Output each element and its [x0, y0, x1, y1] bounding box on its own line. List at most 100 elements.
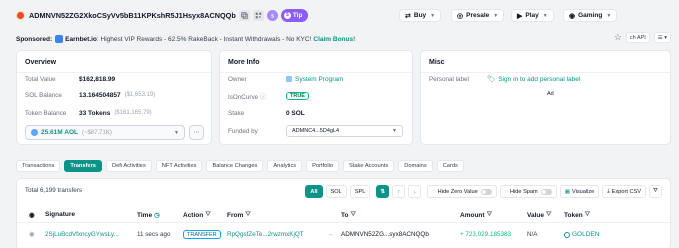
- tab-defi-activities[interactable]: Defi Activities: [105, 160, 152, 172]
- claim-bonus-link[interactable]: Claim Bonus!: [313, 36, 355, 43]
- hide-spam-toggle[interactable]: ◌ Hide Spam: [499, 185, 557, 198]
- buy-icon: ⇄: [405, 12, 411, 20]
- sol-balance: 13.164504857: [79, 91, 121, 99]
- token-balance-usd: ($161,165.79): [114, 110, 152, 116]
- presale-label: Presale: [466, 12, 490, 19]
- owner-label: Owner: [228, 75, 247, 83]
- overview-title: Overview: [25, 59, 57, 66]
- copy-icon[interactable]: [238, 9, 250, 21]
- api-button[interactable]: ch API: [625, 32, 650, 43]
- col-token-label: Token: [564, 211, 583, 219]
- transfer-badge: TRANSFER: [183, 230, 221, 239]
- tab-cards[interactable]: Cards: [436, 160, 464, 172]
- sign-in-link[interactable]: Sign in to add personal label: [498, 76, 580, 83]
- funded-by-select[interactable]: ADMNC4...5D4gL4 ▼: [286, 125, 403, 137]
- token-balance-label: Token Balance: [25, 109, 67, 117]
- token-balance: 33 Tokens: [79, 109, 111, 117]
- play-label: Play: [525, 12, 539, 19]
- tab-transfers[interactable]: Transfers: [64, 160, 102, 172]
- filter-all-button[interactable]: All: [305, 185, 323, 198]
- sponsored-brand[interactable]: Earnbet.io: [65, 36, 97, 43]
- visualize-button[interactable]: ▦ Visualize: [559, 185, 600, 198]
- export-csv-button[interactable]: ⤓ Export CSV: [602, 185, 646, 198]
- tip-button[interactable]: $ Tip: [280, 8, 309, 22]
- misc-title: Misc: [429, 59, 445, 66]
- row-value: N/A: [527, 231, 538, 238]
- account-address: ADMNVN52ZG2XkoCSyVv5bB11KPKshR5J1Hsyx8AC…: [29, 10, 236, 20]
- filter-button[interactable]: ⛛: [649, 185, 662, 198]
- buy-button[interactable]: ⇄ Buy ▼: [399, 9, 442, 22]
- col-value[interactable]: Value ⛛: [527, 211, 551, 219]
- tab-domains[interactable]: Domains: [398, 160, 433, 172]
- row-to-address[interactable]: ADMNVN52ZG...syx8ACNQQb: [341, 231, 429, 238]
- more-info-card: More Info Owner System Program IsOnCurve…: [219, 50, 413, 145]
- filter-spl-button[interactable]: SPL: [349, 185, 371, 198]
- col-signature: Signature: [45, 211, 75, 218]
- personal-label-row: Personal label 🏷 Sign in to add personal…: [429, 74, 662, 84]
- tab-transactions[interactable]: Transactions: [16, 160, 61, 172]
- hide-spam-label: Hide Spam: [510, 188, 538, 195]
- gaming-button[interactable]: ◉ Gaming ▼: [563, 9, 618, 22]
- token-select[interactable]: 25.61M AOL (~$87.71K) ▼: [25, 125, 185, 140]
- star-icon[interactable]: ☆: [614, 32, 622, 43]
- sort-up-button[interactable]: ↑: [392, 185, 406, 198]
- owner-row: Owner System Program: [228, 74, 404, 84]
- dollar-icon[interactable]: $: [266, 9, 278, 21]
- owner-link[interactable]: System Program: [295, 76, 343, 83]
- tag-icon: 🏷: [487, 76, 496, 83]
- hide-zero-toggle[interactable]: ◌ Hide Zero Value: [427, 185, 497, 198]
- row-token[interactable]: GOLDEN: [564, 231, 599, 238]
- funded-by-value: ADMNC4...5D4gL4: [292, 128, 340, 134]
- row-from-link[interactable]: RpQgsfZeTe...2rwzmxKjQT: [227, 231, 304, 238]
- presale-button[interactable]: ◎ Presale ▼: [451, 9, 505, 22]
- filter-icon: ⛛: [545, 211, 552, 218]
- stake-label: Stake: [228, 109, 245, 117]
- tab-nft-activities[interactable]: NFT Activities: [155, 160, 203, 172]
- tab-portfolio[interactable]: Portfolio: [306, 160, 340, 172]
- play-icon: ▶: [517, 12, 523, 20]
- col-time[interactable]: Time ◷: [137, 211, 160, 220]
- row-action: TRANSFER: [183, 230, 221, 239]
- col-action[interactable]: Action ⛛: [183, 211, 211, 219]
- top-right-tools: ☆ ch API ☰ ▾: [614, 32, 671, 43]
- row-signature-link[interactable]: 2SjLuBcdVfxncyGYwsLy...: [45, 231, 119, 238]
- menu-button[interactable]: ☰ ▾: [653, 32, 671, 43]
- token-select-usd: (~$87.71K): [81, 129, 112, 136]
- tip-label: Tip: [292, 11, 303, 19]
- sol-balance-label: SOL Balance: [25, 91, 62, 99]
- play-button[interactable]: ▶ Play ▼: [511, 9, 554, 22]
- address-header: ADMNVN52ZG2XkoCSyVv5bB11KPKshR5J1Hsyx8AC…: [16, 7, 676, 23]
- col-to[interactable]: To ⛛: [341, 211, 356, 219]
- transfers-table-card: Total 6,199 transfers All SOL SPL ⇅ ↑ ↓ …: [16, 178, 671, 248]
- funded-by-row: Funded by ADMNC4...5D4gL4 ▼: [228, 125, 404, 137]
- gaming-icon: ◉: [569, 12, 576, 20]
- qr-code-icon[interactable]: [252, 9, 264, 21]
- tab-analytics[interactable]: Analytics: [267, 160, 303, 172]
- tab-stake-accounts[interactable]: Stake Accounts: [343, 160, 395, 172]
- col-from[interactable]: From ⛛: [227, 211, 251, 219]
- toggle-switch: [480, 188, 492, 195]
- tab-balance-changes[interactable]: Balance Changes: [206, 160, 264, 172]
- svg-text:$: $: [271, 13, 275, 18]
- total-value: $162,818.99: [79, 75, 116, 83]
- sort-both-button[interactable]: ⇅: [376, 185, 390, 198]
- funded-by-label: Funded by: [228, 127, 258, 135]
- row-eye-icon[interactable]: ◉: [29, 231, 35, 238]
- total-value-label: Total Value: [25, 75, 56, 83]
- filter-sol-button[interactable]: SOL: [325, 185, 347, 198]
- chevron-down-icon: ▼: [174, 129, 179, 136]
- account-avatar-icon: [16, 10, 25, 20]
- chevron-down-icon: ▼: [606, 12, 612, 19]
- sponsored-banner: Sponsored: Earnbet.io : Highest VIP Rewa…: [16, 35, 355, 43]
- sort-down-button[interactable]: ↓: [408, 185, 422, 198]
- arrow-right-icon: →: [327, 231, 334, 238]
- divider: [421, 72, 670, 73]
- sol-balance-usd: ($1,653.19): [124, 92, 156, 98]
- col-token[interactable]: Token ⛛: [564, 211, 590, 219]
- eye-column-icon[interactable]: ◉: [29, 211, 35, 219]
- info-icon: ⓘ: [259, 93, 267, 101]
- open-portfolio-button[interactable]: ⋯: [189, 125, 204, 140]
- row-token-link[interactable]: GOLDEN: [572, 231, 599, 238]
- col-amount[interactable]: Amount ⛛: [460, 211, 492, 219]
- api-label: ch API: [629, 34, 646, 41]
